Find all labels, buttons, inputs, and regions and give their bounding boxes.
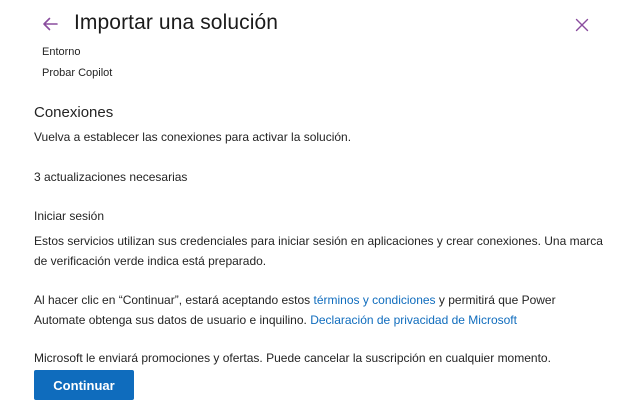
promo-notice: Microsoft le enviará promociones y ofert… <box>34 351 551 365</box>
privacy-link[interactable]: Declaración de privacidad de Microsoft <box>310 313 517 327</box>
connections-description: Vuelva a establecer las conexiones para … <box>34 130 352 144</box>
continue-button[interactable]: Continuar <box>34 370 134 400</box>
close-icon <box>575 18 589 32</box>
signin-heading: Iniciar sesión <box>34 209 105 223</box>
terms-paragraph: Al hacer clic en “Continuar”, estará ace… <box>34 291 609 330</box>
signin-description: Estos servicios utilizan sus credenciale… <box>34 234 603 268</box>
close-button[interactable] <box>569 12 595 38</box>
back-button[interactable] <box>36 10 64 38</box>
arrow-left-icon <box>43 17 58 31</box>
terms-prefix: Al hacer clic en “Continuar”, estará ace… <box>34 293 314 307</box>
environment-value: Probar Copilot <box>42 67 113 79</box>
terms-link[interactable]: términos y condiciones <box>313 293 435 307</box>
panel-title: Importar una solución <box>74 11 279 34</box>
updates-count: 3 actualizaciones necesarias <box>34 170 188 184</box>
environment-label: Entorno <box>42 46 81 58</box>
connections-heading: Conexiones <box>34 104 114 121</box>
